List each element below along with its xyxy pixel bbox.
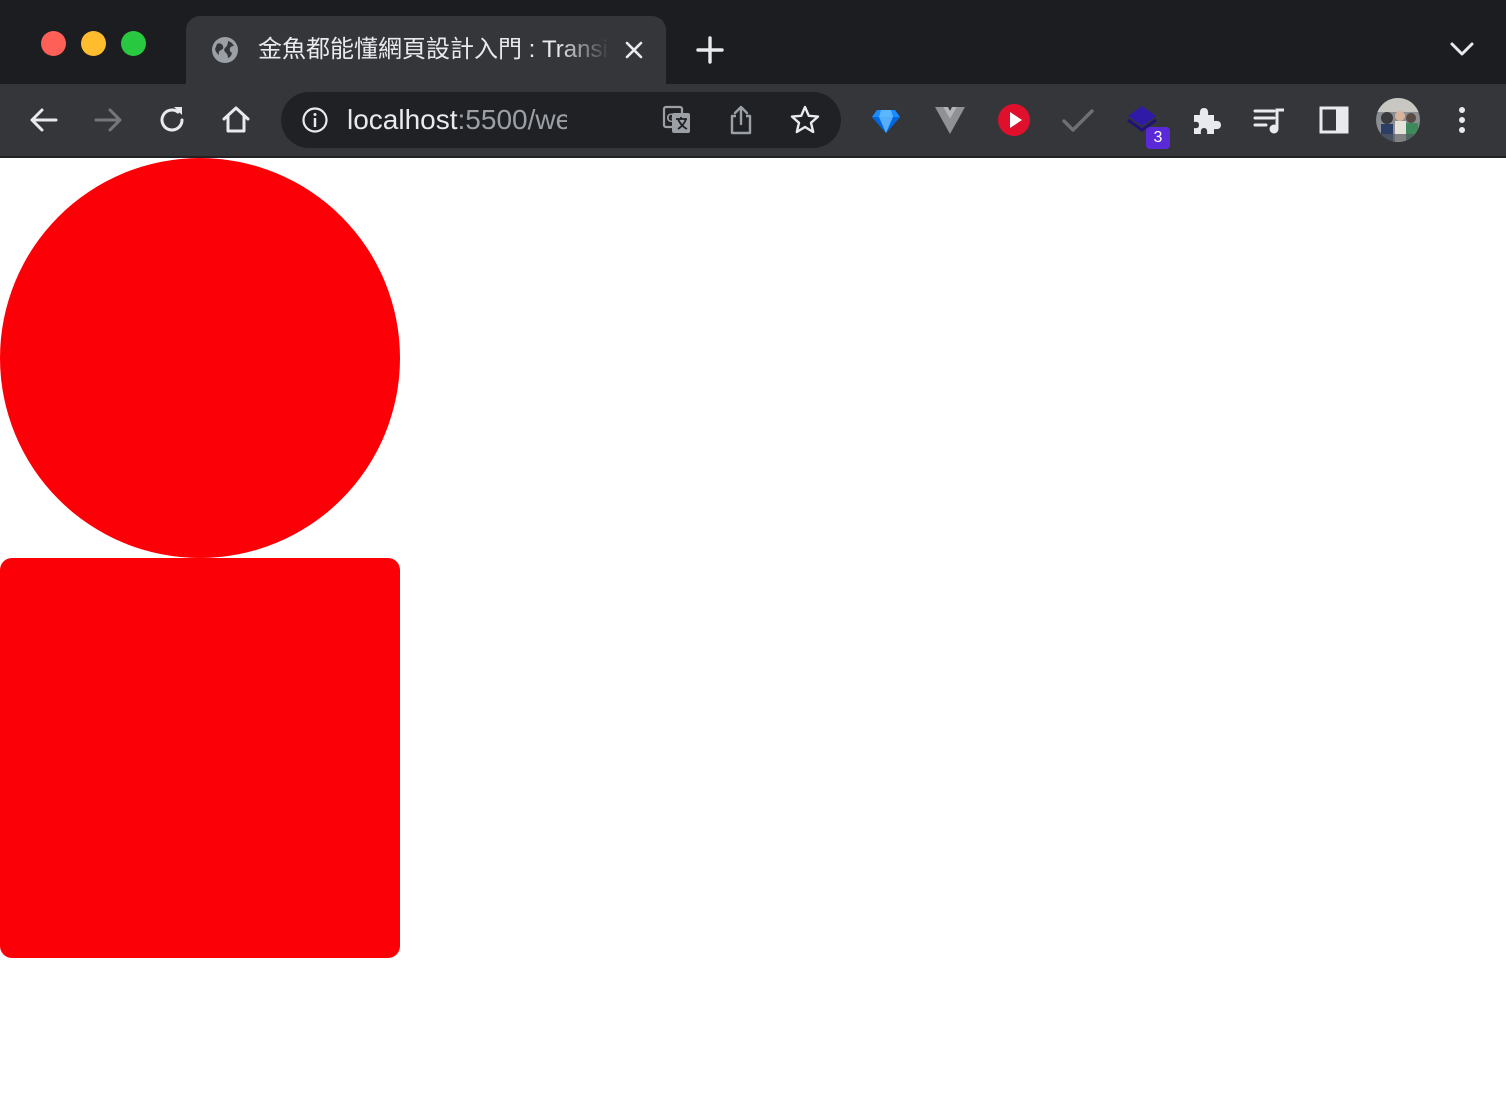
tab-strip: 金魚都能懂網頁設計入門 : Transi xyxy=(0,0,1506,84)
avatar-image xyxy=(1376,98,1420,142)
tab-title: 金魚都能懂網頁設計入門 : Transi xyxy=(258,36,608,63)
forward-arrow-icon[interactable] xyxy=(90,102,126,138)
reload-icon[interactable] xyxy=(154,102,190,138)
red-square xyxy=(0,558,400,958)
gem-icon[interactable] xyxy=(868,102,904,138)
info-icon[interactable] xyxy=(301,106,329,134)
tab-active[interactable]: 金魚都能懂網頁設計入門 : Transi xyxy=(186,16,666,84)
close-icon[interactable] xyxy=(622,38,646,62)
url-host: localhost xyxy=(347,104,458,135)
page-content xyxy=(0,158,1506,1120)
extension-badge: 3 xyxy=(1146,127,1170,149)
play-icon[interactable] xyxy=(996,102,1032,138)
star-icon[interactable] xyxy=(789,104,821,136)
playlist-icon[interactable] xyxy=(1252,102,1288,138)
side-panel-icon[interactable] xyxy=(1316,102,1352,138)
check-icon[interactable] xyxy=(1060,102,1096,138)
avatar[interactable] xyxy=(1376,98,1420,142)
browser-window: 金魚都能懂網頁設計入門 : Transi localhost:5500/we G… xyxy=(0,0,1506,1120)
url-text[interactable]: localhost:5500/web... xyxy=(347,104,567,136)
address-bar[interactable]: localhost:5500/web... G xyxy=(281,92,841,148)
window-maximize-button[interactable] xyxy=(121,31,146,56)
vue-icon[interactable] xyxy=(932,102,968,138)
back-arrow-icon[interactable] xyxy=(26,102,62,138)
chevron-down-icon[interactable] xyxy=(1446,36,1478,64)
window-minimize-button[interactable] xyxy=(81,31,106,56)
plus-icon[interactable] xyxy=(694,34,726,66)
translate-icon[interactable]: G xyxy=(661,104,693,136)
url-path: :5500/web... xyxy=(457,104,567,135)
share-icon[interactable] xyxy=(725,104,757,136)
svg-text:G: G xyxy=(667,111,676,125)
puzzle-icon[interactable] xyxy=(1188,102,1224,138)
home-icon[interactable] xyxy=(218,102,254,138)
window-close-button[interactable] xyxy=(41,31,66,56)
globe-icon xyxy=(212,37,238,63)
browser-toolbar: localhost:5500/web... G xyxy=(0,84,1506,156)
red-circle xyxy=(0,158,400,558)
more-vert-icon[interactable] xyxy=(1444,102,1480,138)
